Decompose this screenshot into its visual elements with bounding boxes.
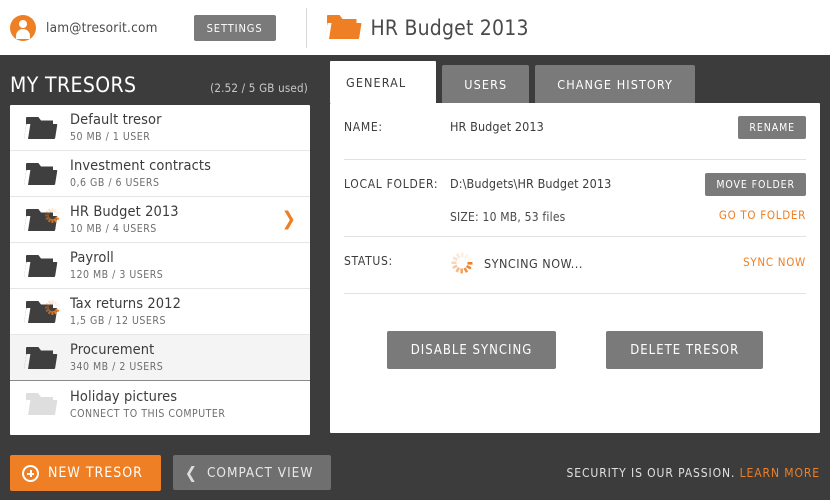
syncing-spinner-icon bbox=[451, 252, 473, 274]
go-to-folder-link[interactable]: GO TO FOLDER bbox=[719, 208, 806, 222]
sync-badge-icon bbox=[45, 299, 60, 315]
local-folder-value: D:\Budgets\HR Budget 2013 bbox=[450, 176, 612, 191]
tresor-item-name: HR Budget 2013 bbox=[70, 204, 179, 220]
name-value: HR Budget 2013 bbox=[450, 119, 544, 134]
plus-circle-icon bbox=[22, 464, 39, 482]
tresor-item-meta: CONNECT TO THIS COMPUTER bbox=[70, 407, 226, 420]
sync-badge-icon bbox=[45, 207, 60, 223]
disable-syncing-button[interactable]: DISABLE SYNCING bbox=[386, 331, 557, 369]
move-folder-button[interactable]: MOVE FOLDER bbox=[705, 173, 806, 196]
compact-view-label: COMPACT VIEW bbox=[206, 465, 314, 481]
tresor-item-text: HR Budget 2013 10 MB / 4 USERS bbox=[70, 204, 179, 235]
tagline: SECURITY IS OUR PASSION. LEARN MORE bbox=[566, 466, 820, 480]
learn-more-link[interactable]: LEARN MORE bbox=[740, 466, 820, 480]
tresor-item-text: Payroll 120 MB / 3 USERS bbox=[70, 250, 163, 281]
sidebar-title: MY TRESORS bbox=[10, 73, 137, 97]
tresor-item-meta: 10 MB / 4 USERS bbox=[70, 223, 157, 235]
folder-icon bbox=[24, 207, 60, 232]
tresor-item-name: Holiday pictures bbox=[70, 388, 178, 405]
compact-view-button[interactable]: ❮ COMPACT VIEW bbox=[172, 455, 332, 490]
tab-bar: GENERAL USERS CHANGE HISTORY bbox=[320, 55, 830, 103]
storage-quota-label: (2.52 / 5 GB used) bbox=[210, 81, 308, 95]
tresor-header: HR Budget 2013 bbox=[324, 15, 529, 40]
tresor-item-text: Procurement 340 MB / 2 USERS bbox=[70, 342, 163, 373]
tab-users[interactable]: USERS bbox=[442, 65, 530, 103]
tab-general[interactable]: GENERAL bbox=[330, 61, 437, 103]
status-value-group: SYNCING NOW... bbox=[450, 251, 583, 275]
chevron-left-icon: ❮ bbox=[184, 463, 198, 482]
tresor-item-meta: 340 MB / 2 USERS bbox=[70, 361, 164, 373]
settings-button[interactable]: SETTINGS bbox=[193, 14, 276, 41]
account-email: lam@tresorit.com bbox=[46, 19, 158, 36]
tresor-item-name: Default tresor bbox=[70, 112, 162, 128]
folder-open-icon bbox=[324, 15, 362, 40]
tresor-list-item[interactable]: Default tresor 50 MB / 1 USER bbox=[10, 105, 310, 151]
general-tab-content: NAME: HR Budget 2013 RENAME LOCAL FOLDER… bbox=[330, 103, 820, 433]
divider bbox=[344, 293, 806, 294]
header-divider bbox=[305, 7, 307, 48]
folder-icon bbox=[24, 116, 58, 140]
sidebar-header: MY TRESORS (2.52 / 5 GB used) bbox=[0, 55, 320, 105]
delete-tresor-button[interactable]: DELETE TRESOR bbox=[606, 331, 764, 369]
tresorit-app-window: lam@tresorit.com SETTINGS HR Budget 2013… bbox=[0, 0, 830, 500]
status-text: SYNCING NOW... bbox=[484, 255, 583, 271]
new-tresor-button[interactable]: NEW TRESOR bbox=[10, 454, 161, 491]
folder-icon bbox=[24, 392, 58, 416]
tresor-item-meta: 50 MB / 1 USER bbox=[70, 131, 151, 143]
avatar-head-shape bbox=[19, 19, 27, 28]
tresor-list-item: Holiday pictures CONNECT TO THIS COMPUTER bbox=[10, 381, 310, 427]
bottom-bar: NEW TRESOR ❮ COMPACT VIEW SECURITY IS OU… bbox=[0, 445, 830, 500]
status-row: STATUS: SYNCING NOW... SYNC NOW bbox=[330, 237, 820, 281]
tresor-list-item[interactable]: Payroll 120 MB / 3 USERS bbox=[10, 243, 310, 289]
tresor-item-meta: 120 MB / 3 USERS bbox=[70, 269, 164, 281]
new-tresor-label: NEW TRESOR bbox=[48, 465, 143, 481]
tresor-item-text: Default tresor 50 MB / 1 USER bbox=[70, 112, 162, 143]
name-row: NAME: HR Budget 2013 RENAME bbox=[330, 103, 820, 147]
folder-icon bbox=[24, 299, 60, 324]
detail-panel: GENERAL USERS CHANGE HISTORY NAME: HR Budg… bbox=[320, 55, 830, 445]
rename-button[interactable]: RENAME bbox=[738, 116, 806, 139]
avatar bbox=[10, 14, 36, 41]
local-folder-row: LOCAL FOLDER: D:\Budgets\HR Budget 2013 … bbox=[330, 160, 820, 204]
page-title: HR Budget 2013 bbox=[370, 15, 529, 40]
tagline-text: SECURITY IS OUR PASSION. bbox=[566, 465, 736, 480]
tresor-list-item[interactable]: Procurement 340 MB / 2 USERS bbox=[10, 335, 310, 381]
tresor-item-meta: 1,5 GB / 12 USERS bbox=[70, 315, 166, 327]
top-bar: lam@tresorit.com SETTINGS HR Budget 2013 bbox=[0, 0, 830, 55]
tresor-item-text: Tax returns 2012 1,5 GB / 12 USERS bbox=[70, 296, 181, 327]
avatar-body-shape bbox=[16, 28, 30, 39]
tresor-item-name: Tax returns 2012 bbox=[70, 296, 181, 312]
tab-change-history[interactable]: CHANGE HISTORY bbox=[535, 65, 695, 103]
tresor-list-item[interactable]: HR Budget 2013 10 MB / 4 USERS ❯ bbox=[10, 197, 310, 243]
folder-icon bbox=[24, 346, 58, 370]
folder-icon bbox=[24, 162, 58, 186]
tresor-item-name: Investment contracts bbox=[70, 158, 211, 174]
tresor-list-item[interactable]: Investment contracts 0,6 GB / 6 USERS bbox=[10, 151, 310, 197]
tresor-item-meta: 0,6 GB / 6 USERS bbox=[70, 177, 160, 189]
tresor-list-item[interactable]: Tax returns 2012 1,5 GB / 12 USERS bbox=[10, 289, 310, 335]
tresor-item-text: Holiday pictures CONNECT TO THIS COMPUTER bbox=[70, 389, 225, 420]
tresor-item-name: Payroll bbox=[70, 250, 114, 266]
name-label: NAME: bbox=[344, 120, 383, 134]
chevron-right-icon[interactable]: ❯ bbox=[282, 210, 302, 229]
tresor-list: Default tresor 50 MB / 1 USER Investment c… bbox=[10, 105, 310, 435]
action-button-group: DISABLE SYNCING DELETE TRESOR bbox=[330, 331, 820, 369]
status-label: STATUS: bbox=[344, 254, 393, 268]
folder-icon bbox=[24, 254, 58, 278]
sidebar: MY TRESORS (2.52 / 5 GB used) Default tr… bbox=[0, 55, 320, 445]
sync-now-link[interactable]: SYNC NOW bbox=[743, 255, 806, 269]
tresor-item-name: Procurement bbox=[70, 342, 155, 358]
tresor-item-text: Investment contracts 0,6 GB / 6 USERS bbox=[70, 158, 211, 189]
local-folder-label: LOCAL FOLDER: bbox=[344, 177, 439, 191]
